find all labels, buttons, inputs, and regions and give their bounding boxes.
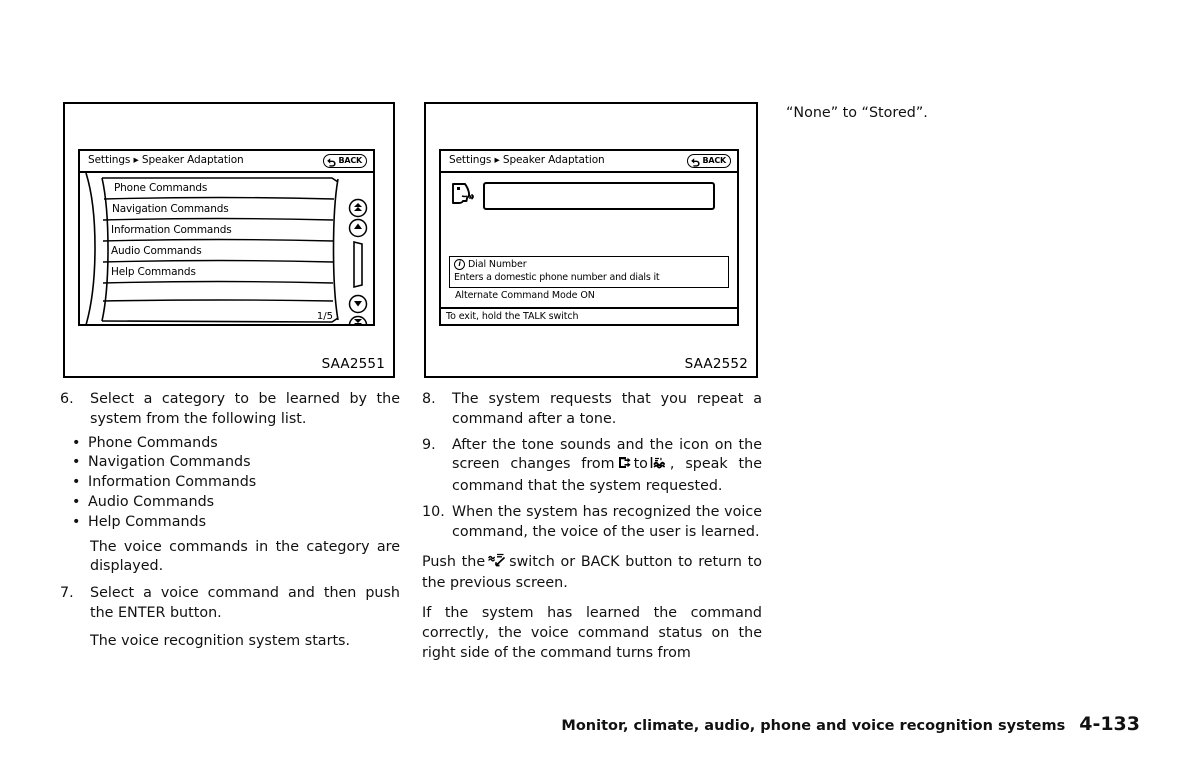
bullet-label: Help Commands bbox=[88, 513, 207, 530]
bullet-icon: • bbox=[72, 454, 81, 471]
screen-header: Settings ▸ Speaker Adaptation BACK bbox=[441, 151, 737, 173]
recognized-text-input[interactable] bbox=[483, 182, 715, 210]
figure-code: SAA2552 bbox=[684, 356, 748, 372]
bullet-icon: • bbox=[72, 434, 81, 451]
page-indicator: 1/5 bbox=[316, 311, 333, 322]
list-item[interactable]: Audio Commands bbox=[111, 245, 202, 257]
middle-text-column: 8. The system requests that you repeat a… bbox=[422, 390, 762, 668]
figure-saa2552: Settings ▸ Speaker Adaptation BACK i Dia… bbox=[424, 102, 758, 378]
step-8-text: The system requests that you repeat a co… bbox=[452, 391, 762, 427]
alternate-command-mode-label: Alternate Command Mode ON bbox=[455, 290, 595, 301]
bullet-label: Navigation Commands bbox=[88, 454, 251, 471]
bullet-label: Information Commands bbox=[88, 474, 257, 491]
command-info-box: i Dial Number Enters a domestic phone nu… bbox=[449, 256, 729, 288]
category-list-labels: Phone Commands Navigation Commands Infor… bbox=[80, 173, 373, 324]
step-7: 7. Select a voice command and then push … bbox=[60, 584, 400, 624]
figure-code: SAA2551 bbox=[321, 356, 385, 372]
bullet-label: Phone Commands bbox=[88, 434, 218, 451]
bullet-label: Audio Commands bbox=[88, 493, 215, 510]
breadcrumb: Settings ▸ Speaker Adaptation bbox=[449, 154, 605, 166]
step-7-note: The voice recognition system starts. bbox=[90, 632, 351, 649]
step-8: 8. The system requests that you repeat a… bbox=[422, 390, 762, 430]
push-switch-text-a: Push the bbox=[422, 553, 486, 570]
list-item: • Help Commands bbox=[60, 513, 400, 533]
step-6-number: 6. bbox=[60, 391, 74, 407]
step-9-text: After the tone sounds and the icon on th… bbox=[452, 436, 762, 497]
back-button-label: BACK bbox=[702, 156, 726, 165]
step-6-bullet-list: • Phone Commands • Navigation Commands • In… bbox=[60, 434, 400, 533]
step-9-number: 9. bbox=[422, 436, 436, 453]
talk-switch-icon bbox=[487, 553, 507, 575]
command-description: Enters a domestic phone number and dials… bbox=[454, 272, 660, 283]
command-title: Dial Number bbox=[468, 259, 527, 270]
back-button[interactable]: BACK bbox=[323, 154, 367, 168]
learned-command-paragraph: If the system has learned the command co… bbox=[422, 605, 762, 661]
nav-screen-speaker-adaptation: Settings ▸ Speaker Adaptation BACK i Dia… bbox=[439, 149, 739, 326]
back-arrow-icon bbox=[326, 152, 337, 171]
bullet-icon: • bbox=[72, 493, 81, 510]
step-6: 6. Select a category to be learned by th… bbox=[60, 390, 400, 430]
step-6-text: Select a category to be learned by the s… bbox=[90, 391, 400, 427]
step-7-number: 7. bbox=[60, 585, 74, 602]
scrollbar-thumb bbox=[353, 240, 363, 289]
scroll-top-icon bbox=[348, 198, 368, 218]
nav-screen-category-list: Settings ▸ Speaker Adaptation BACK Phone… bbox=[78, 149, 375, 326]
list-item[interactable]: Navigation Commands bbox=[112, 203, 229, 215]
scroll-up-icon bbox=[348, 218, 368, 238]
figure-saa2551: Settings ▸ Speaker Adaptation BACK Phone… bbox=[63, 102, 395, 378]
speech-input-row bbox=[449, 179, 715, 213]
right-text-column: “None” to “Stored”. bbox=[786, 104, 1126, 128]
scroll-down-icon bbox=[348, 294, 368, 314]
command-box-icon bbox=[617, 455, 632, 477]
screen-header: Settings ▸ Speaker Adaptation BACK bbox=[80, 151, 373, 173]
step-9-text-b: to bbox=[633, 456, 648, 473]
list-item[interactable]: Information Commands bbox=[111, 224, 232, 236]
status-bar-text: To exit, hold the TALK switch bbox=[446, 311, 579, 322]
step-10-number: 10. bbox=[422, 503, 445, 520]
step-8-number: 8. bbox=[422, 391, 436, 407]
continuation-text: “None” to “Stored”. bbox=[786, 105, 928, 121]
back-button-label: BACK bbox=[338, 156, 362, 165]
list-item: • Phone Commands bbox=[60, 434, 400, 454]
list-item: • Audio Commands bbox=[60, 493, 400, 513]
speak-now-icon bbox=[650, 455, 668, 477]
footer-title: Monitor, climate, audio, phone and voice… bbox=[561, 718, 1066, 734]
list-item: • Information Commands bbox=[60, 473, 400, 493]
step-9: 9. After the tone sounds and the icon on… bbox=[422, 436, 762, 497]
info-icon: i bbox=[454, 259, 465, 270]
back-button[interactable]: BACK bbox=[687, 154, 731, 168]
status-bar: To exit, hold the TALK switch bbox=[441, 307, 737, 324]
bullet-icon: • bbox=[72, 474, 81, 491]
left-text-column: 6. Select a category to be learned by th… bbox=[60, 390, 400, 656]
page-footer: Monitor, climate, audio, phone and voice… bbox=[561, 713, 1140, 735]
push-switch-paragraph: Push the switch or BACK button to return … bbox=[422, 553, 762, 595]
list-item[interactable]: Help Commands bbox=[111, 266, 196, 278]
step-7-text: Select a voice command and then push the… bbox=[90, 585, 400, 621]
category-list: Phone Commands Navigation Commands Infor… bbox=[80, 173, 373, 324]
scroll-bottom-icon bbox=[348, 315, 368, 324]
step-6-note: The voice commands in the category are d… bbox=[90, 538, 400, 575]
back-arrow-icon bbox=[690, 152, 701, 171]
speaking-face-icon bbox=[449, 179, 479, 213]
step-10-text: When the system has recognized the voice… bbox=[452, 503, 762, 540]
command-title-row: i Dial Number bbox=[454, 258, 724, 271]
footer-page-number: 4-133 bbox=[1079, 713, 1140, 735]
scroll-controls[interactable] bbox=[345, 197, 371, 324]
list-item: • Navigation Commands bbox=[60, 453, 400, 473]
step-10: 10. When the system has recognized the v… bbox=[422, 503, 762, 543]
bullet-icon: • bbox=[72, 513, 81, 530]
breadcrumb: Settings ▸ Speaker Adaptation bbox=[88, 154, 244, 166]
list-item[interactable]: Phone Commands bbox=[114, 182, 207, 194]
